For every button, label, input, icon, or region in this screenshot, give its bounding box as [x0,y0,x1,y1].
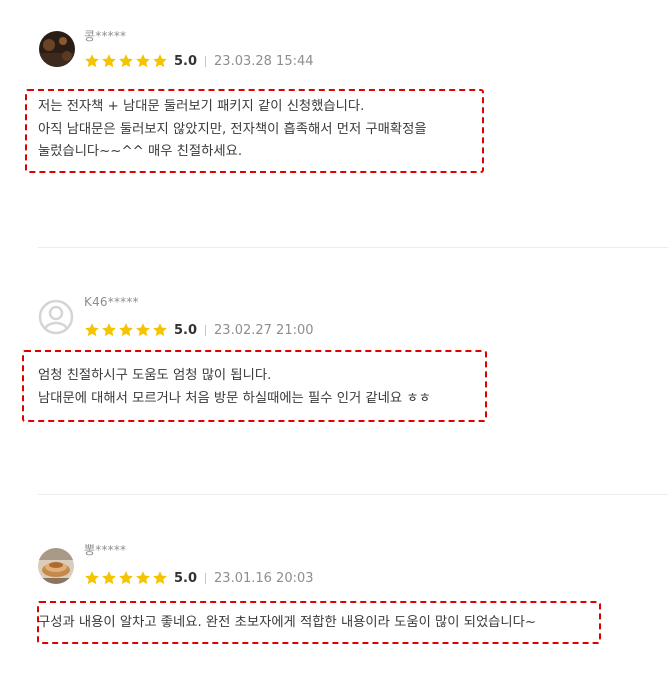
review-date: 23.02.27 21:00 [214,322,314,338]
review-line: 눌렀습니다~~^^ 매우 친절하세요. [38,144,243,159]
star-icon [119,54,133,68]
user-avatar-icon[interactable] [38,548,74,584]
star-icon [85,54,99,68]
username: 뽕***** [84,543,127,557]
review-line: 엄청 친절하시구 도움도 엄청 많이 됩니다. [38,368,272,383]
meta-separator [205,324,207,336]
review-meta: 5.0 23.02.27 21:00 [84,320,314,340]
star-icon [153,571,167,585]
review-line: 아직 남대문은 둘러보지 않았지만, 전자책이 흡족해서 먼저 구매확정을 [38,121,427,137]
user-avatar-icon[interactable] [39,31,75,67]
star-icon [136,571,150,585]
star-icon [85,323,99,337]
review-meta: 5.0 23.01.16 20:03 [84,568,314,588]
star-icon [153,54,167,68]
rating-score: 5.0 [174,570,198,586]
review-line: 남대문에 대해서 모르거나 처음 방문 하실때에는 필수 인거 같네요 ㅎㅎ [38,390,431,406]
star-icon [136,323,150,337]
rating-score: 5.0 [174,322,198,338]
star-icon [119,571,133,585]
review-date: 23.01.16 20:03 [214,570,314,586]
review-text: 엄청 친절하시구 도움도 엄청 많이 됩니다. 남대문에 대해서 모르거나 처음… [38,365,431,410]
rating-score: 5.0 [174,53,198,69]
meta-separator [205,55,207,67]
review-text: 구성과 내용이 알차고 좋네요. 완전 초보자에게 적합한 내용이라 도움이 많… [38,612,536,635]
star-icon [102,54,116,68]
meta-separator [205,572,207,584]
star-icon [102,571,116,585]
star-icon [136,54,150,68]
star-icon [119,323,133,337]
review-divider [38,247,668,248]
review-date: 23.03.28 15:44 [214,53,314,69]
star-icon [102,323,116,337]
review-divider [38,494,668,495]
username: K46***** [84,295,139,309]
review-line: 저는 전자책 + 남대문 둘러보기 패키지 같이 신청했습니다. [38,99,365,114]
star-rating [84,322,168,338]
star-rating [84,53,168,69]
review-meta: 5.0 23.03.28 15:44 [84,51,314,71]
review-line: 구성과 내용이 알차고 좋네요. 완전 초보자에게 적합한 내용이라 도움이 많… [38,615,537,630]
default-user-icon[interactable] [38,299,74,335]
star-icon [153,323,167,337]
review-text: 저는 전자책 + 남대문 둘러보기 패키지 같이 신청했습니다. 아직 남대문은… [38,96,427,164]
star-icon [85,571,99,585]
username: 콩***** [84,29,127,43]
star-rating [84,570,168,586]
